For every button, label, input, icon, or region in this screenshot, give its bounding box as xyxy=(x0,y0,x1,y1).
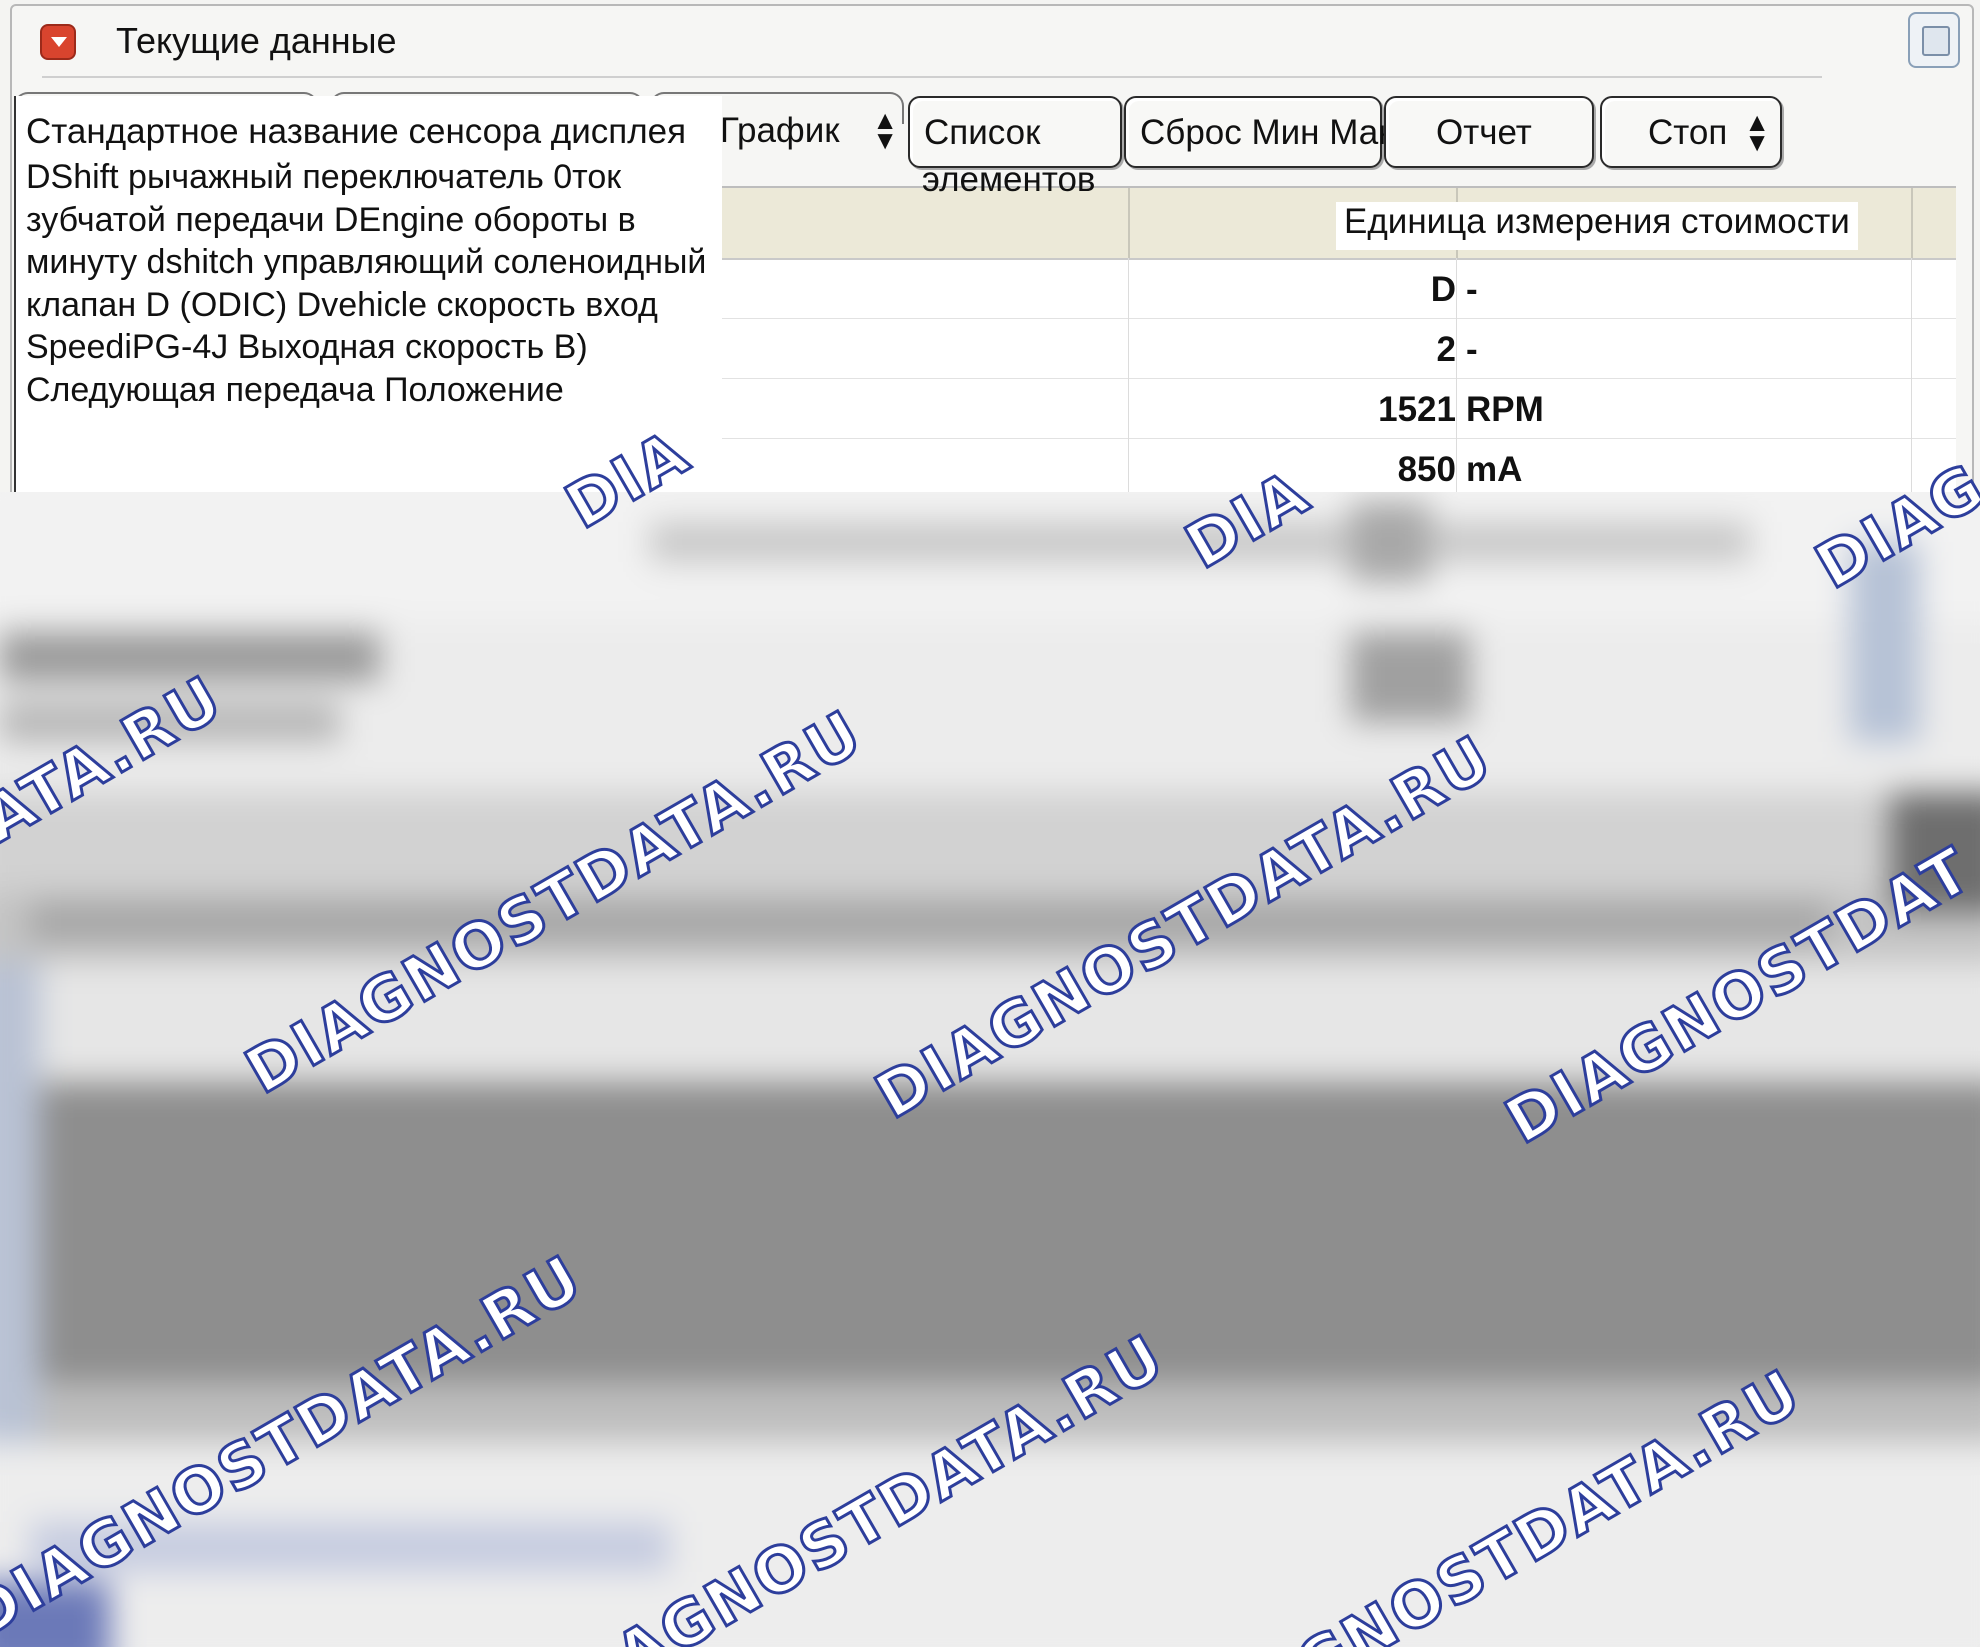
column-separator xyxy=(1128,318,1129,378)
graph-button[interactable]: График ▲ ▼ xyxy=(716,96,908,168)
items-list-label-line2: элементов xyxy=(922,160,1096,199)
column-separator xyxy=(1911,258,1912,318)
column-separator xyxy=(1456,438,1457,492)
column-separator xyxy=(1456,318,1457,378)
blur-band xyxy=(1890,792,1980,912)
column-separator xyxy=(1911,378,1912,438)
column-separator xyxy=(1128,258,1129,318)
graph-button-label: График xyxy=(720,111,840,150)
blur-band xyxy=(30,902,1830,942)
blurred-content xyxy=(0,492,1980,1647)
blur-band xyxy=(40,1082,1980,1382)
column-header-unit[interactable]: Единица измерения стоимости xyxy=(1336,202,1858,250)
column-separator xyxy=(1911,188,1913,258)
window-title: Текущие данные xyxy=(116,20,397,61)
blur-band xyxy=(0,632,380,682)
items-list-label-line1: Список xyxy=(924,113,1041,152)
tooltip-text: DShift рычажный переключатель 0ток зубча… xyxy=(26,158,707,409)
blur-band xyxy=(30,1522,670,1572)
column-separator xyxy=(1128,438,1129,492)
column-separator xyxy=(1128,188,1130,258)
blur-band xyxy=(650,522,1750,562)
blur-band xyxy=(0,1582,110,1647)
blur-band xyxy=(1350,502,1430,582)
blur-band xyxy=(0,702,340,742)
current-data-window: Текущие данные Единица измерения стоимос… xyxy=(0,0,1980,493)
blur-band xyxy=(1850,542,1920,742)
reset-minmax-label: Сброс Мин Макс xyxy=(1140,113,1412,152)
updown-arrows-icon: ▲ ▼ xyxy=(872,105,898,155)
row-value: 2 xyxy=(1436,330,1456,369)
column-separator xyxy=(1456,258,1457,318)
sensor-name-tooltip: Стандартное название сенсора дисплея DSh… xyxy=(14,96,722,492)
row-unit: - xyxy=(1466,270,1478,309)
report-label: Отчет xyxy=(1436,113,1532,152)
updown-arrows-icon: ▲ ▼ xyxy=(1744,107,1770,157)
column-separator xyxy=(1456,378,1457,438)
row-unit: - xyxy=(1466,330,1478,369)
column-separator xyxy=(1911,318,1912,378)
column-separator xyxy=(1128,378,1129,438)
maximize-icon[interactable] xyxy=(1908,12,1960,68)
blur-band xyxy=(40,1382,1980,1442)
divider xyxy=(42,76,1822,78)
row-value: 850 xyxy=(1397,450,1456,489)
blurred-shapes xyxy=(0,492,1980,1647)
title-bar: Текущие данные xyxy=(12,6,1968,80)
blur-band xyxy=(0,962,1980,1082)
blur-band xyxy=(1350,632,1470,722)
blur-band xyxy=(0,792,1980,892)
column-header-name: Стандартное название сенсора дисплея xyxy=(26,112,687,151)
stop-button[interactable]: Стоп ▲ ▼ xyxy=(1600,96,1782,168)
items-list-button[interactable]: Список xyxy=(908,96,1122,168)
reset-minmax-button[interactable]: Сброс Мин Макс xyxy=(1124,96,1411,168)
row-value: 1521 xyxy=(1378,390,1456,429)
row-unit: mA xyxy=(1466,450,1523,489)
stop-label: Стоп xyxy=(1648,113,1728,152)
column-separator xyxy=(1911,438,1912,492)
row-value: D xyxy=(1430,270,1456,309)
report-button[interactable]: Отчет xyxy=(1384,96,1594,168)
row-unit: RPM xyxy=(1466,390,1544,429)
window-menu-icon[interactable] xyxy=(40,24,76,60)
